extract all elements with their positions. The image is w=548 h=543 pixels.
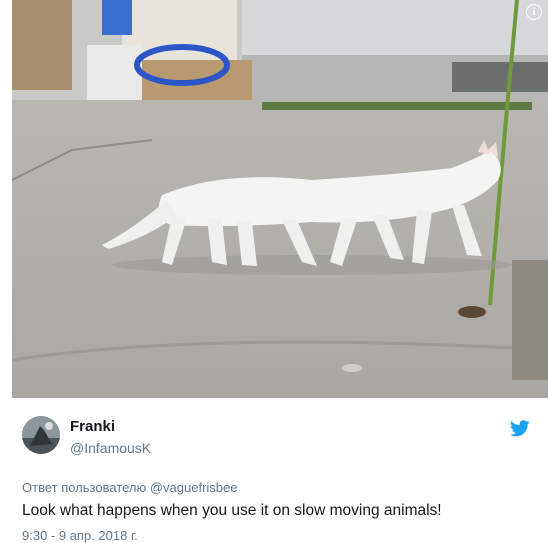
reply-context: Ответ пользователю @vaguefrisbee [22, 480, 238, 495]
tweet-media-photo[interactable]: i [12, 0, 548, 398]
info-icon[interactable]: i [526, 4, 542, 20]
tweet-timestamp[interactable]: 9:30 - 9 апр. 2018 г. [22, 528, 138, 543]
tweet-card: Franki @InfamousK Ответ пользователю @va… [12, 398, 548, 543]
photo-elongated-cat [12, 0, 548, 398]
tweet-text: Look what happens when you use it on slo… [22, 502, 442, 519]
author-handle[interactable]: @InfamousK [70, 440, 151, 456]
avatar[interactable] [22, 416, 60, 454]
author-name[interactable]: Franki [70, 418, 115, 435]
reply-prefix: Ответ пользователю [22, 480, 147, 495]
twitter-bird-icon[interactable] [510, 420, 530, 437]
reply-to-link[interactable]: @vaguefrisbee [150, 480, 238, 495]
